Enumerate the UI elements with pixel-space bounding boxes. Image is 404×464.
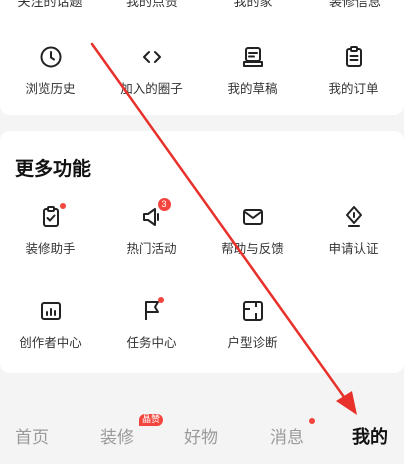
decor-tag-badge: 晶赞 [139, 414, 164, 426]
task-center-label: 任务中心 [126, 335, 177, 350]
megaphone-icon: 3 [139, 198, 171, 230]
draft-box-icon [240, 44, 266, 70]
my-orders-label: 我的订单 [328, 81, 379, 96]
section-title: 更多功能 [15, 158, 92, 180]
decor-assistant-label: 装修助手 [25, 241, 76, 256]
bottom-tab-bar: 首页 装修 好物 消息 我的 [0, 410, 404, 464]
decor-info-label[interactable]: 装修信息 [329, 0, 381, 10]
floor-plan-diagnosis-label: 户型诊断 [227, 335, 278, 350]
clock-icon [38, 44, 64, 70]
my-drafts-label: 我的草稿 [227, 81, 278, 96]
notification-dot [59, 203, 66, 209]
apply-certification-label: 申请认证 [328, 241, 379, 256]
my-drafts-item[interactable]: 我的草稿 [202, 44, 303, 97]
browse-history-label: 浏览历史 [25, 81, 76, 96]
apply-certification-item[interactable]: 申请认证 [303, 204, 404, 257]
browse-history-item[interactable]: 浏览历史 [0, 44, 101, 97]
my-orders-item[interactable]: 我的订单 [303, 44, 404, 97]
chart-bars-icon [38, 298, 64, 324]
my-home-label[interactable]: 我的家 [233, 0, 272, 10]
partial-tools-row: 关注的话题 我的点赞 我的家 装修信息 [0, 0, 404, 14]
my-likes-label[interactable]: 我的点赞 [126, 0, 178, 10]
creator-center-item[interactable]: 创作者中心 [0, 298, 101, 351]
notification-dot [157, 297, 164, 303]
floor-plan-diagnosis-item[interactable]: 户型诊断 [202, 298, 303, 351]
joined-circles-item[interactable]: 加入的圈子 [101, 44, 202, 97]
help-feedback-item[interactable]: 帮助与反馈 [202, 204, 303, 257]
mail-icon [240, 204, 266, 230]
tab-home[interactable]: 首页 [15, 423, 49, 448]
decor-assistant-item[interactable]: 装修助手 [0, 203, 101, 257]
hot-events-item[interactable]: 3 热门活动 [101, 198, 202, 257]
hot-events-label: 热门活动 [126, 241, 177, 256]
help-feedback-label: 帮助与反馈 [221, 241, 284, 256]
tab-decor[interactable]: 装修 [100, 423, 134, 448]
task-center-item[interactable]: 任务中心 [101, 297, 202, 351]
code-brackets-icon [139, 44, 165, 70]
clipboard-check-icon [38, 203, 66, 230]
followed-topics-label[interactable]: 关注的话题 [17, 0, 82, 10]
joined-circles-label: 加入的圈子 [120, 81, 183, 96]
certificate-icon [341, 204, 367, 230]
order-clipboard-icon [341, 44, 367, 70]
messages-dot [309, 418, 315, 424]
floor-plan-icon [240, 298, 266, 324]
flag-icon [139, 297, 165, 324]
tab-messages[interactable]: 消息 [270, 423, 304, 448]
events-count-badge: 3 [157, 198, 171, 211]
tab-goods[interactable]: 好物 [184, 423, 218, 448]
creator-center-label: 创作者中心 [19, 335, 82, 350]
tab-mine[interactable]: 我的 [352, 423, 388, 449]
